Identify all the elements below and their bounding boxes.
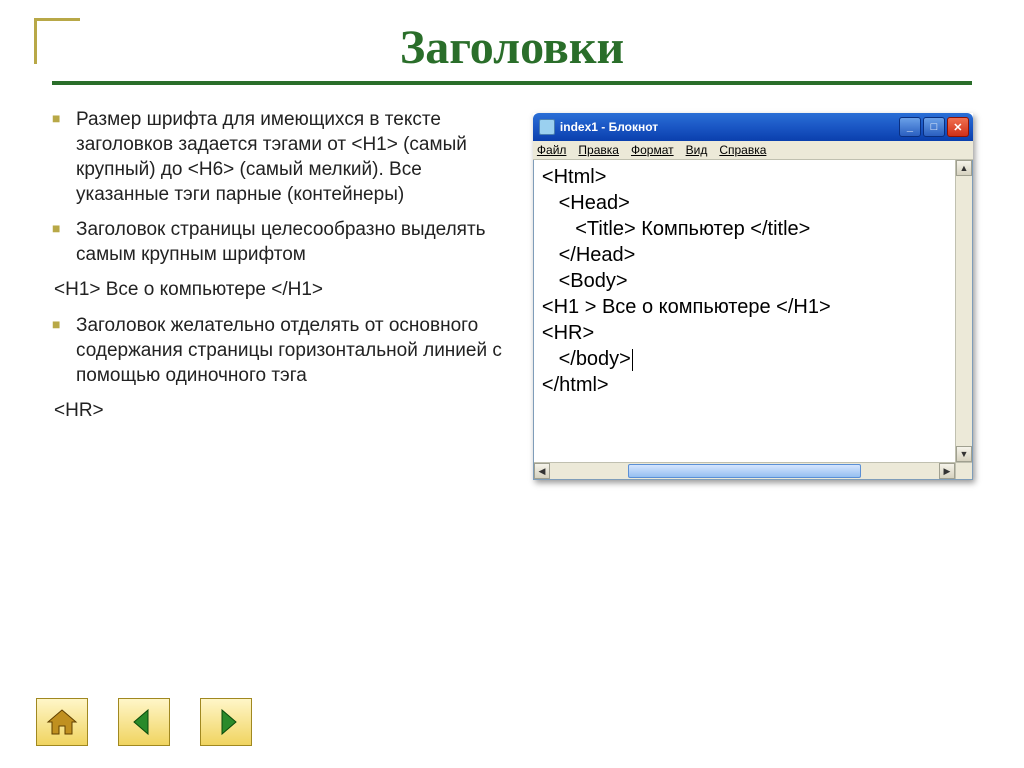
code-example-2: <HR> (52, 398, 513, 423)
bullet-2: Заголовок страницы целесообразно выделят… (52, 217, 513, 267)
title-underline (52, 81, 972, 85)
home-icon (46, 706, 78, 738)
scrollbar-vertical[interactable]: ▲ ▼ (955, 160, 972, 462)
notepad-menubar: Файл Правка Формат Вид Справка (533, 141, 973, 160)
arrow-left-icon (128, 706, 160, 738)
menu-format[interactable]: Формат (631, 143, 674, 157)
next-button[interactable] (200, 698, 252, 746)
code-example-1: <H1> Все о компьютере </H1> (52, 277, 513, 302)
code-line: <Head> (542, 192, 964, 215)
bullet-3: Заголовок желательно отделять от основно… (52, 313, 513, 388)
text-caret (632, 349, 633, 371)
scroll-down-icon[interactable]: ▼ (956, 446, 972, 462)
home-button[interactable] (36, 698, 88, 746)
maximize-button[interactable]: □ (923, 117, 945, 137)
bullet-1: Размер шрифта для имеющихся в тексте заг… (52, 107, 513, 207)
code-line: </html> (542, 374, 964, 397)
menu-view[interactable]: Вид (686, 143, 708, 157)
code-line: <H1 > Все о компьютере </H1> (542, 296, 964, 319)
notepad-app-icon (539, 119, 555, 135)
scroll-track[interactable] (550, 463, 939, 479)
scrollbar-horizontal[interactable]: ◀ ▶ (534, 462, 955, 479)
notepad-title: index1 - Блокнот (560, 120, 899, 134)
text-column: Размер шрифта для имеющихся в тексте заг… (52, 107, 513, 480)
scroll-left-icon[interactable]: ◀ (534, 463, 550, 479)
nav-buttons (36, 698, 252, 746)
scroll-thumb[interactable] (628, 464, 861, 478)
code-line: </body> (542, 348, 964, 371)
scroll-up-icon[interactable]: ▲ (956, 160, 972, 176)
close-button[interactable]: ✕ (947, 117, 969, 137)
code-line: <Title> Компьютер </title> (542, 218, 964, 241)
arrow-right-icon (210, 706, 242, 738)
notepad-textarea[interactable]: <Html> <Head> <Title> Компьютер </title>… (533, 160, 973, 480)
code-line: </Head> (542, 244, 964, 267)
notepad-window: index1 - Блокнот _ □ ✕ Файл Правка Форма… (533, 113, 973, 480)
slide: Заголовки Размер шрифта для имеющихся в … (0, 0, 1024, 768)
code-line: <HR> (542, 322, 964, 345)
code-line: <Html> (542, 166, 964, 189)
screenshot-column: index1 - Блокнот _ □ ✕ Файл Правка Форма… (533, 107, 984, 480)
minimize-button[interactable]: _ (899, 117, 921, 137)
scroll-track[interactable] (956, 176, 972, 446)
code-line: <Body> (542, 270, 964, 293)
content-area: Размер шрифта для имеющихся в тексте заг… (40, 107, 984, 480)
menu-file[interactable]: Файл (537, 143, 567, 157)
slide-title: Заголовки (40, 20, 984, 75)
prev-button[interactable] (118, 698, 170, 746)
scroll-right-icon[interactable]: ▶ (939, 463, 955, 479)
corner-decoration (34, 18, 80, 64)
scroll-corner (955, 462, 972, 479)
menu-edit[interactable]: Правка (578, 143, 619, 157)
notepad-titlebar[interactable]: index1 - Блокнот _ □ ✕ (533, 113, 973, 141)
window-buttons: _ □ ✕ (899, 117, 969, 137)
menu-help[interactable]: Справка (719, 143, 766, 157)
